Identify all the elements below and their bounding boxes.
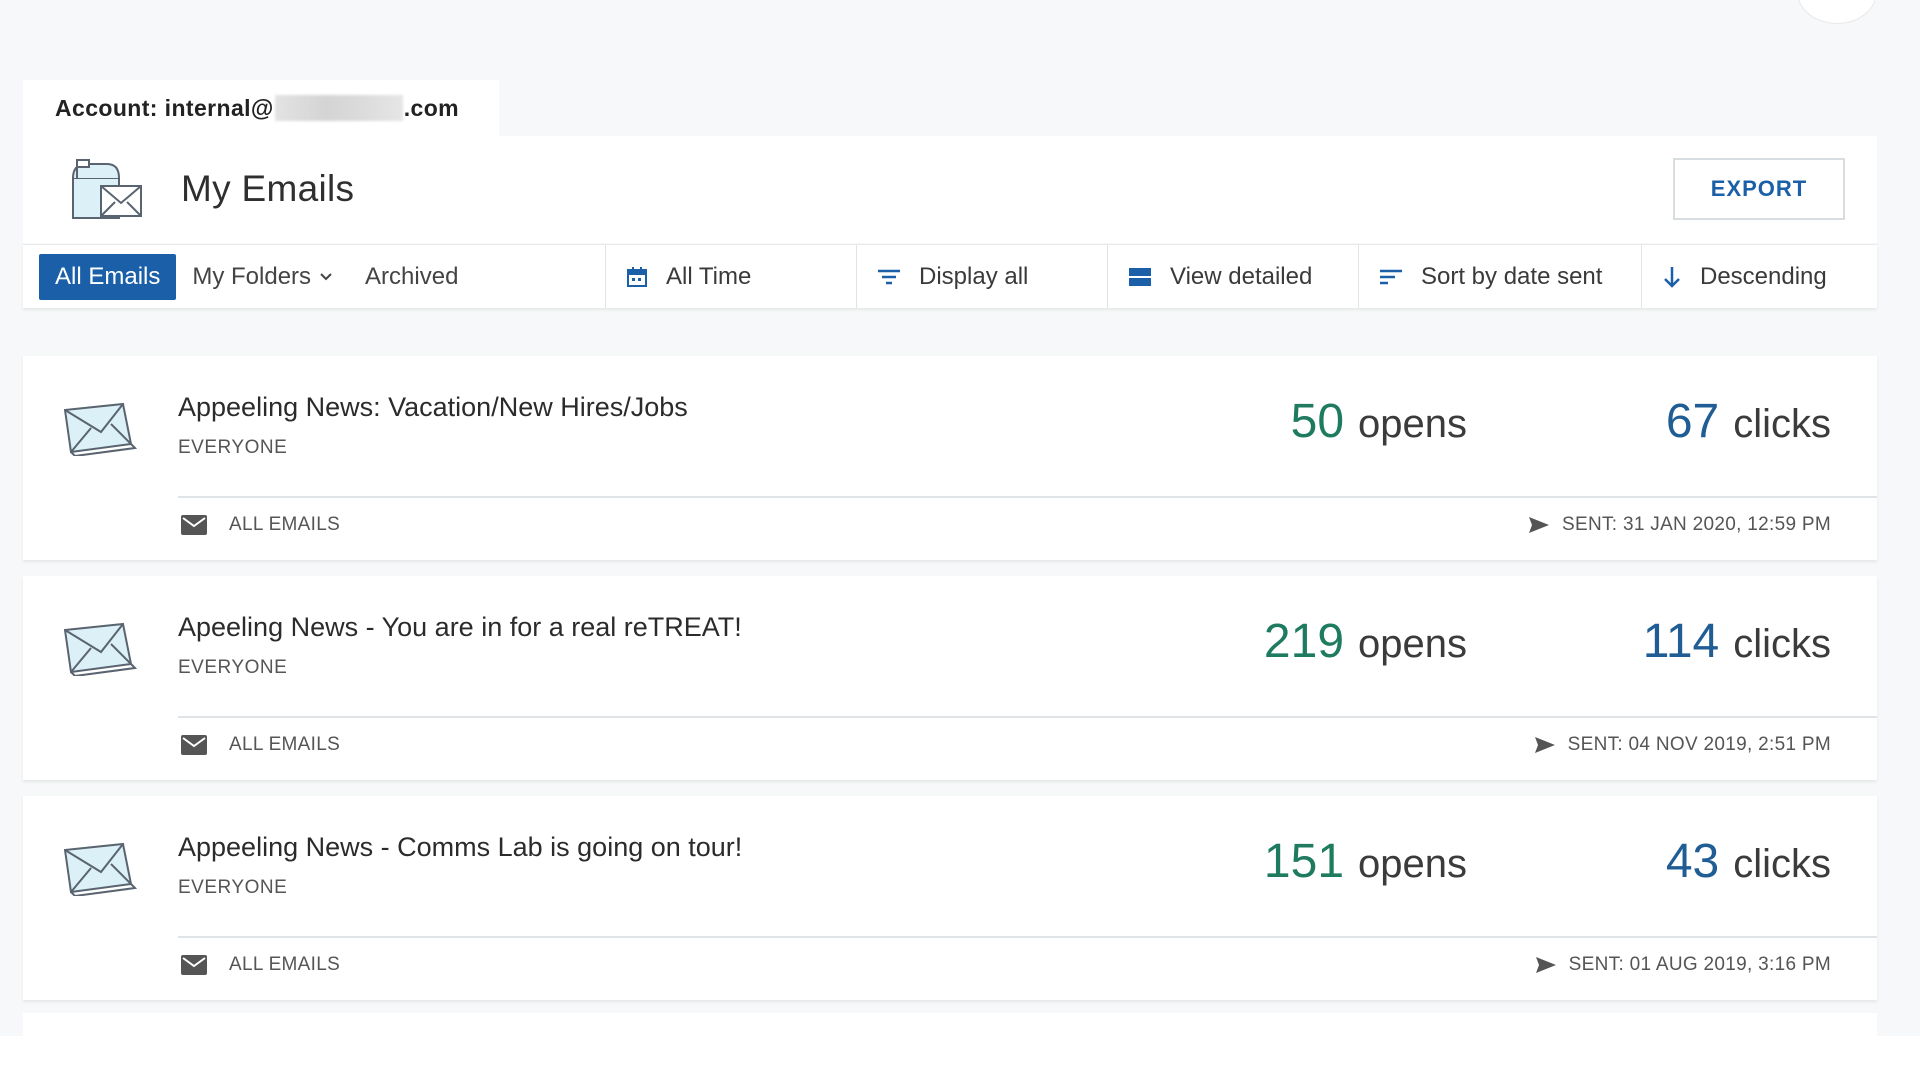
clicks-label: clicks	[1733, 622, 1831, 666]
export-button[interactable]: EXPORT	[1673, 158, 1845, 220]
filter-icon	[878, 269, 900, 284]
email-audience: EVERYONE	[178, 877, 288, 898]
account-prefix: Account: internal@	[55, 94, 274, 121]
opens-stat: 219 opens	[1264, 614, 1467, 669]
envelope-icon	[63, 402, 137, 456]
corner-avatar-button[interactable]	[1797, 0, 1877, 24]
send-icon	[1529, 517, 1550, 533]
opens-stat: 151 opens	[1264, 834, 1467, 889]
folder-label: ALL EMAILS	[229, 734, 341, 755]
clicks-stat: 67 clicks	[1666, 394, 1831, 449]
sent-label: SENT: 01 AUG 2019, 3:16 PM	[1568, 954, 1831, 975]
email-folder: ALL EMAILS	[181, 514, 340, 536]
clicks-stat: 43 clicks	[1666, 834, 1831, 889]
clicks-count: 43	[1665, 835, 1720, 888]
email-card[interactable]: Apeeling News - You are in for a real re…	[23, 576, 1877, 780]
sort-icon	[1380, 269, 1402, 284]
email-sent-date: SENT: 01 AUG 2019, 3:16 PM	[1535, 954, 1831, 976]
sort-order-label: Descending	[1700, 262, 1827, 290]
tab-my-folders[interactable]: My Folders	[176, 254, 349, 300]
sent-label: SENT: 31 JAN 2020, 12:59 PM	[1562, 514, 1831, 535]
email-card[interactable]: Appeeling News: Vacation/New Hires/Jobs …	[23, 356, 1877, 560]
email-sent-date: SENT: 04 NOV 2019, 2:51 PM	[1534, 734, 1831, 756]
page-title: My Emails	[181, 168, 355, 209]
sort-by-label: Sort by date sent	[1421, 262, 1603, 290]
tab-archived[interactable]: Archived	[349, 254, 474, 300]
sort-by-dropdown[interactable]: Sort by date sent	[1358, 245, 1641, 308]
folder-tabs: All Emails My Folders Archived	[23, 245, 605, 308]
opens-count: 50	[1290, 395, 1345, 448]
account-suffix: .com	[403, 94, 460, 121]
envelope-icon	[63, 842, 137, 896]
sort-order-toggle[interactable]: Descending	[1641, 245, 1877, 308]
clicks-label: clicks	[1733, 842, 1831, 886]
arrow-down-icon	[1664, 266, 1680, 288]
opens-count: 219	[1263, 615, 1345, 668]
tab-label: All Emails	[55, 262, 161, 290]
card-divider	[178, 496, 1877, 498]
tab-label: My Folders	[192, 262, 312, 290]
tab-label: Archived	[365, 262, 459, 290]
email-sent-date: SENT: 31 JAN 2020, 12:59 PM	[1528, 514, 1831, 536]
mail-icon	[181, 515, 207, 535]
mail-icon	[181, 735, 207, 755]
opens-stat: 50 opens	[1291, 394, 1467, 449]
email-title[interactable]: Appeeling News: Vacation/New Hires/Jobs	[178, 392, 688, 423]
card-divider	[178, 716, 1877, 718]
page-bottom	[0, 1036, 1920, 1080]
chevron-down-icon	[320, 272, 332, 280]
email-audience: EVERYONE	[178, 657, 288, 678]
email-card[interactable]: Appeeling News - Comms Lab is going on t…	[23, 796, 1877, 1000]
filter-toolbar: All Emails My Folders Archived All Time …	[23, 244, 1877, 308]
opens-label: opens	[1358, 402, 1467, 446]
view-detailed-icon	[1129, 267, 1151, 286]
email-title[interactable]: Apeeling News - You are in for a real re…	[178, 612, 742, 643]
sent-label: SENT: 04 NOV 2019, 2:51 PM	[1567, 734, 1831, 755]
email-title[interactable]: Appeeling News - Comms Lab is going on t…	[178, 832, 742, 863]
clicks-stat: 114 clicks	[1643, 614, 1831, 669]
display-filter-dropdown[interactable]: Display all	[856, 245, 1107, 308]
redacted-domain	[274, 95, 403, 121]
time-filter-label: All Time	[666, 262, 752, 290]
page: Account: internal@ .com My Emails EXPORT …	[0, 0, 1920, 1080]
opens-label: opens	[1358, 622, 1467, 666]
opens-count: 151	[1263, 835, 1345, 888]
email-folder: ALL EMAILS	[181, 954, 340, 976]
clicks-count: 67	[1665, 395, 1720, 448]
folder-label: ALL EMAILS	[229, 514, 341, 535]
folder-label: ALL EMAILS	[229, 954, 341, 975]
mailbox-icon	[72, 159, 142, 219]
mail-icon	[181, 955, 207, 975]
time-filter-dropdown[interactable]: All Time	[605, 245, 856, 308]
card-divider	[178, 936, 1877, 938]
send-icon	[1535, 957, 1556, 973]
view-mode-dropdown[interactable]: View detailed	[1107, 245, 1358, 308]
clicks-label: clicks	[1733, 402, 1831, 446]
display-filter-label: Display all	[919, 262, 1029, 290]
opens-label: opens	[1358, 842, 1467, 886]
clicks-count: 114	[1642, 615, 1720, 668]
view-mode-label: View detailed	[1170, 262, 1313, 290]
calendar-icon	[627, 266, 647, 287]
tab-all-emails[interactable]: All Emails	[39, 253, 177, 300]
envelope-icon	[63, 622, 137, 676]
email-folder: ALL EMAILS	[181, 734, 340, 756]
send-icon	[1534, 737, 1555, 753]
account-label: Account: internal@ .com	[23, 80, 499, 136]
header-panel: My Emails EXPORT	[23, 136, 1877, 243]
email-audience: EVERYONE	[178, 437, 288, 458]
